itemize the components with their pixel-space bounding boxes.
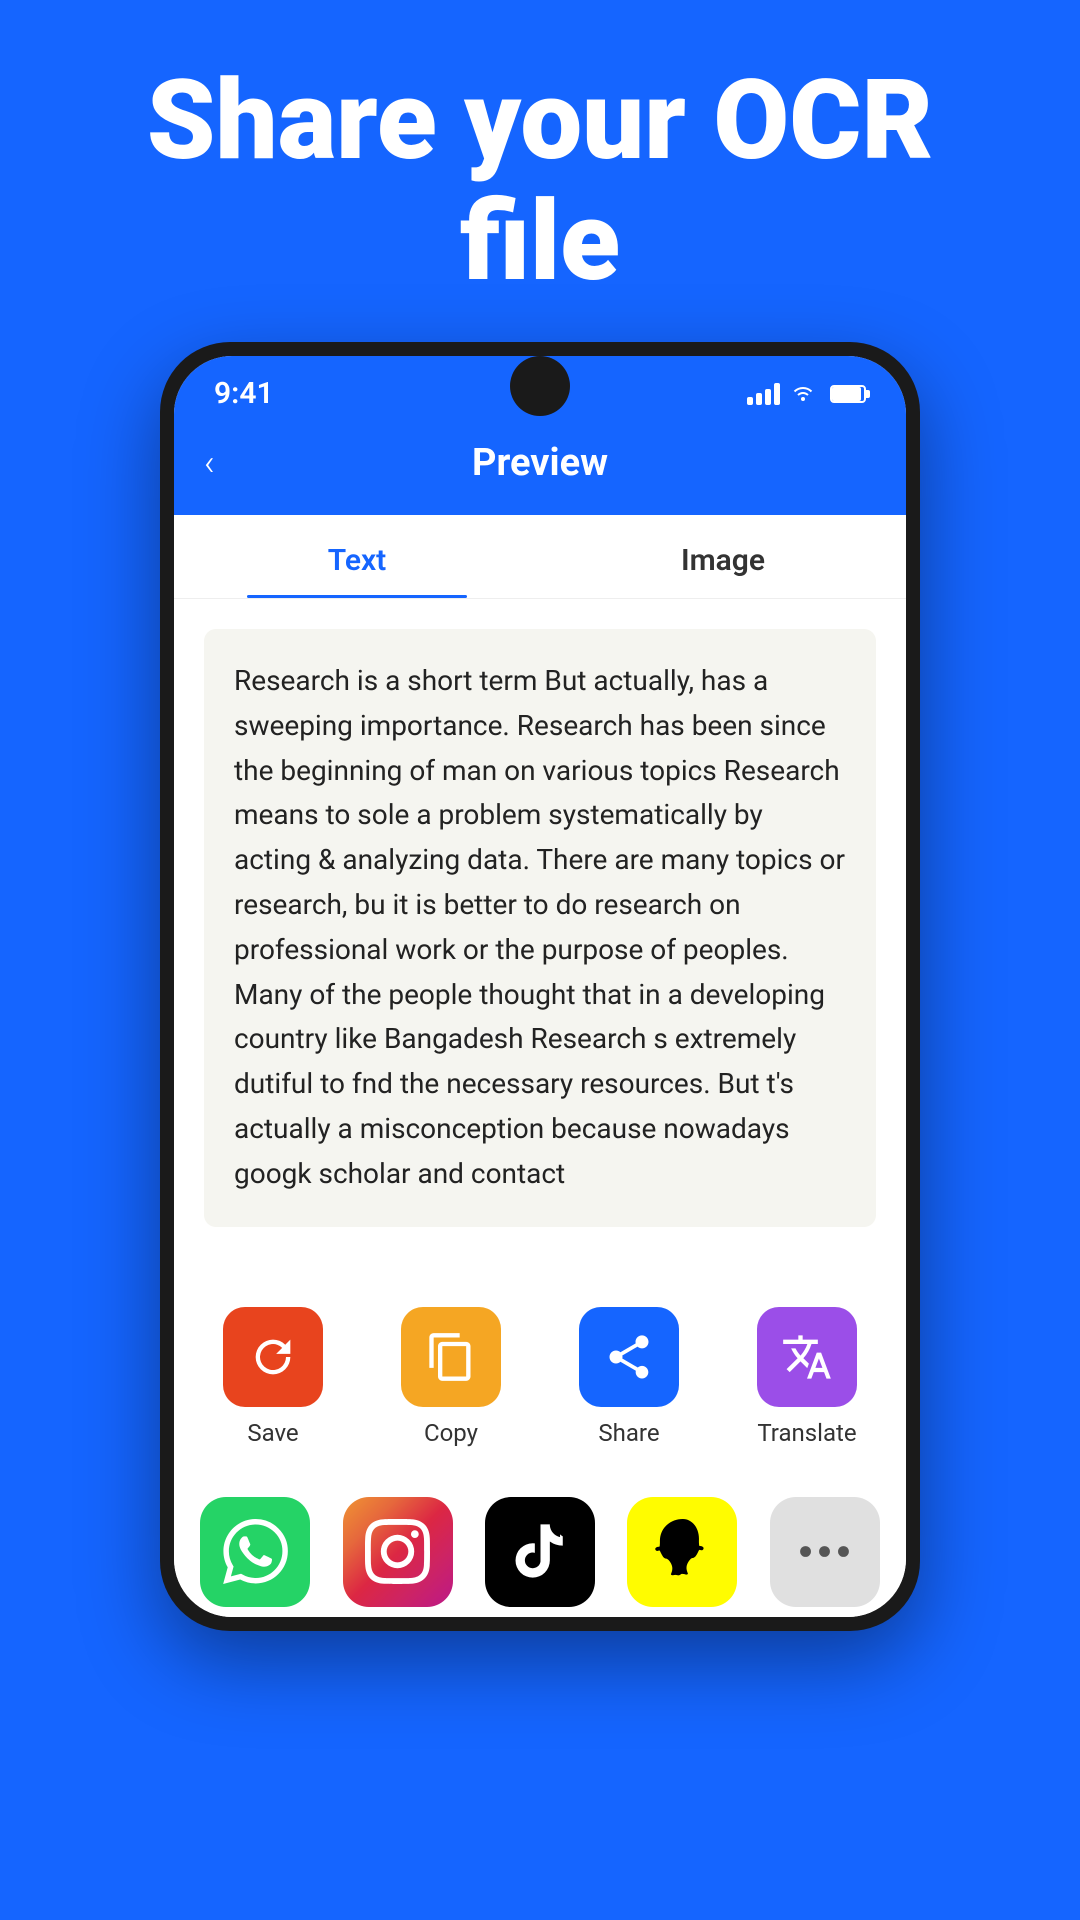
app-header: ‹ Preview (174, 421, 906, 515)
share-button[interactable]: Share (579, 1307, 679, 1447)
translate-icon (757, 1307, 857, 1407)
save-button[interactable]: Save (223, 1307, 323, 1447)
instagram-app[interactable] (343, 1497, 453, 1607)
more-apps-button[interactable] (770, 1497, 880, 1607)
copy-icon (401, 1307, 501, 1407)
battery-icon (830, 385, 866, 403)
whatsapp-app[interactable] (200, 1497, 310, 1607)
ocr-text-card: Research is a short term But actually, h… (204, 629, 876, 1227)
action-buttons: Save Copy Share (174, 1287, 906, 1477)
snapchat-app[interactable] (627, 1497, 737, 1607)
screen-title: Preview (472, 441, 608, 485)
ocr-text-content: Research is a short term But actually, h… (234, 659, 846, 1197)
back-button[interactable]: ‹ (204, 442, 215, 484)
content-area: Research is a short term But actually, h… (174, 599, 906, 1287)
copy-button[interactable]: Copy (401, 1307, 501, 1447)
hero-title: Share your OCR file (0, 0, 1080, 342)
translate-label: Translate (757, 1419, 856, 1447)
social-app-bar (174, 1477, 906, 1617)
notch (510, 356, 570, 416)
save-label: Save (247, 1419, 298, 1447)
copy-label: Copy (424, 1419, 478, 1447)
phone-screen: 9:41 ‹ (174, 356, 906, 1617)
tab-image[interactable]: Image (540, 515, 906, 598)
tab-bar: Text Image (174, 515, 906, 599)
phone-frame: 9:41 ‹ (160, 342, 920, 1631)
tab-text[interactable]: Text (174, 515, 540, 598)
status-icons (747, 380, 866, 408)
save-icon (223, 1307, 323, 1407)
share-icon (579, 1307, 679, 1407)
share-label: Share (598, 1419, 659, 1447)
status-bar: 9:41 (174, 356, 906, 421)
translate-button[interactable]: Translate (757, 1307, 857, 1447)
status-time: 9:41 (214, 376, 274, 411)
signal-icon (747, 383, 780, 405)
wifi-icon (790, 380, 816, 408)
tiktok-app[interactable] (485, 1497, 595, 1607)
